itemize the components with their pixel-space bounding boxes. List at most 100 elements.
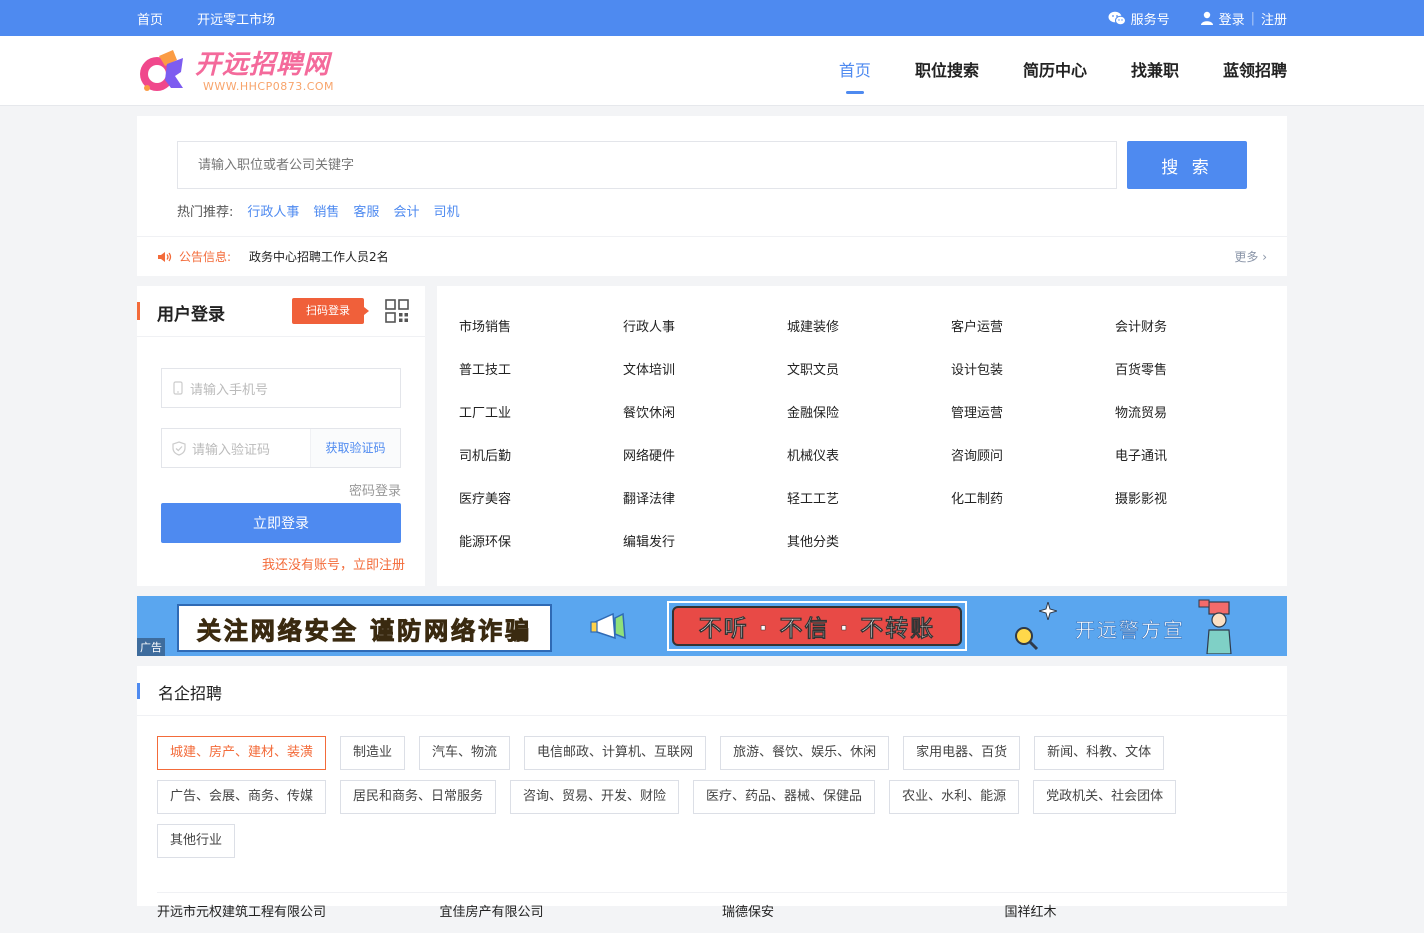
logo-mark-icon [140, 50, 183, 91]
category-item[interactable]: 工厂工业 [459, 399, 623, 442]
hot-label: 热门推荐: [177, 205, 234, 220]
nav-job-search[interactable]: 职位搜索 [915, 36, 979, 106]
register-link[interactable]: 注册 [1261, 9, 1287, 28]
chevron-right-icon: › [1262, 250, 1267, 264]
company-list: 开远市元权建筑工程有限公司 宜佳房产有限公司 瑞德保安 国祥红木 [157, 892, 1287, 920]
phone-field[interactable]: 请输入手机号 [161, 368, 401, 408]
industry-tag[interactable]: 广告、会展、商务、传媒 [157, 780, 327, 814]
industry-tag[interactable]: 家用电器、百货 [903, 736, 1021, 770]
industry-tag[interactable]: 新闻、科教、文体 [1034, 736, 1165, 770]
category-item[interactable]: 咨询顾问 [951, 442, 1115, 485]
category-item[interactable]: 市场销售 [459, 313, 623, 356]
hot-tag[interactable]: 客服 [353, 201, 379, 220]
industry-tag[interactable]: 其他行业 [157, 824, 236, 858]
company-name-link[interactable]: 瑞德保安 [722, 901, 1005, 920]
company-name-link[interactable]: 开远市元权建筑工程有限公司 [157, 901, 440, 920]
login-link[interactable]: 登录 [1219, 9, 1245, 28]
search-button[interactable]: 搜 索 [1127, 141, 1247, 189]
speaker-icon [158, 251, 172, 262]
site-logo[interactable]: 开远招聘网 WWW.HHCP0873.COM [137, 46, 334, 96]
category-item[interactable]: 普工技工 [459, 356, 623, 399]
category-item[interactable]: 化工制药 [951, 485, 1115, 528]
get-code-button[interactable]: 获取验证码 [310, 429, 400, 467]
category-item[interactable]: 轻工工艺 [787, 485, 951, 528]
banner-slogan-box: 关注网络安全 谨防网络诈骗 [177, 604, 552, 652]
job-categories: 市场销售 行政人事 城建装修 客户运营 会计财务普工技工 文体培训 文职文员 设计包装 百货零售… [437, 286, 1287, 586]
notice-more-link[interactable]: 更多 › [1234, 248, 1267, 265]
industry-tag[interactable]: 制造业 [340, 736, 406, 770]
category-item[interactable]: 其他分类 [787, 528, 951, 571]
industry-tag[interactable]: 医疗、药品、器械、保健品 [693, 780, 876, 814]
category-item[interactable]: 文职文员 [787, 356, 951, 399]
industry-tag[interactable]: 咨询、贸易、开发、财险 [510, 780, 680, 814]
industry-tags: 城建、房产、建材、装潢 制造业 汽车、物流 电信邮政、计算机、互联网 旅游、餐饮、娱乐、… [157, 736, 1267, 868]
service-account-label: 服务号 [1130, 12, 1170, 28]
hot-tag[interactable]: 会计 [393, 201, 419, 220]
nav-home[interactable]: 首页 [839, 36, 871, 106]
phone-icon [173, 381, 183, 395]
link-separator: | [1250, 10, 1255, 26]
category-item[interactable]: 摄影影视 [1115, 485, 1279, 528]
industry-tag[interactable]: 农业、水利、能源 [889, 780, 1020, 814]
top-link-gig-market[interactable]: 开远零工市场 [197, 13, 275, 28]
company-name-link[interactable]: 宜佳房产有限公司 [440, 901, 723, 920]
company-name-link[interactable]: 国祥红木 [1005, 901, 1288, 920]
category-item[interactable]: 编辑发行 [623, 528, 787, 571]
category-item[interactable]: 城建装修 [787, 313, 951, 356]
banner-warning-box: 不听 · 不信 · 不转账 [667, 601, 967, 651]
industry-tag[interactable]: 电信邮政、计算机、互联网 [524, 736, 707, 770]
category-item[interactable]: 设计包装 [951, 356, 1115, 399]
industry-tag[interactable]: 汽车、物流 [419, 736, 511, 770]
banner-slogan: 关注网络安全 谨防网络诈骗 [196, 615, 533, 645]
category-item[interactable]: 会计财务 [1115, 313, 1279, 356]
nav-blue-collar[interactable]: 蓝领招聘 [1223, 36, 1287, 106]
category-item[interactable]: 机械仪表 [787, 442, 951, 485]
category-item[interactable]: 物流贸易 [1115, 399, 1279, 442]
search-input[interactable] [177, 141, 1117, 189]
notice-message[interactable]: 政务中心招聘工作人员2名 [249, 248, 389, 265]
code-field[interactable]: 请输入验证码 获取验证码 [161, 428, 401, 468]
nav-part-time[interactable]: 找兼职 [1131, 36, 1179, 106]
phone-placeholder: 请输入手机号 [190, 382, 269, 398]
category-item[interactable]: 金融保险 [787, 399, 951, 442]
category-item[interactable]: 能源环保 [459, 528, 623, 571]
logo-title: 开远招聘网 [195, 49, 331, 80]
scan-login-button[interactable]: 扫码登录 [292, 298, 369, 324]
category-item[interactable]: 网络硬件 [623, 442, 787, 485]
nav-resume-center[interactable]: 简历中心 [1023, 36, 1087, 106]
qr-code-icon[interactable] [385, 299, 409, 323]
top-link-home[interactable]: 首页 [137, 13, 163, 28]
industry-tag[interactable]: 城建、房产、建材、装潢 [157, 736, 327, 770]
industry-tag[interactable]: 党政机关、社会团体 [1033, 780, 1177, 814]
category-item[interactable]: 文体培训 [623, 356, 787, 399]
logo-url: WWW.HHCP0873.COM [203, 79, 335, 93]
notice-bar: 公告信息: 政务中心招聘工作人员2名 更多 › [137, 236, 1287, 276]
category-item[interactable]: 百货零售 [1115, 356, 1279, 399]
category-item[interactable]: 客户运营 [951, 313, 1115, 356]
category-item[interactable]: 管理运营 [951, 399, 1115, 442]
password-login-link[interactable]: 密码登录 [349, 480, 401, 499]
police-figure-icon [1198, 599, 1232, 654]
login-title: 用户登录 [157, 305, 225, 325]
category-item[interactable]: 翻译法律 [623, 485, 787, 528]
user-icon [1200, 11, 1213, 25]
category-item[interactable]: 司机后勤 [459, 442, 623, 485]
register-now-link[interactable]: 我还没有账号，立即注册 [262, 554, 405, 573]
login-submit-button[interactable]: 立即登录 [161, 503, 401, 543]
hot-tag[interactable]: 司机 [433, 201, 459, 220]
service-account-link[interactable]: 服务号 [1108, 9, 1170, 28]
login-panel: 用户登录 扫码登录 请输入手机号 请输入验证码 获取验证码 密码登录 立即登录 … [137, 286, 425, 586]
category-item[interactable]: 电子通讯 [1115, 442, 1279, 485]
category-item[interactable]: 餐饮休闲 [623, 399, 787, 442]
sparkle-icon [1039, 602, 1057, 620]
hot-tag[interactable]: 销售 [313, 201, 339, 220]
hot-tag[interactable]: 行政人事 [247, 201, 299, 220]
category-item[interactable]: 医疗美容 [459, 485, 623, 528]
user-links: 登录 | 注册 [1200, 9, 1287, 28]
industry-tag[interactable]: 居民和商务、日常服务 [340, 780, 497, 814]
top-links: 首页 开远零工市场 [137, 9, 305, 28]
ad-banner[interactable]: 关注网络安全 谨防网络诈骗 不听 · 不信 · 不转账 开远警方宣 广告 [137, 596, 1287, 656]
notice-label: 公告信息: [179, 250, 232, 264]
industry-tag[interactable]: 旅游、餐饮、娱乐、休闲 [720, 736, 890, 770]
category-item[interactable]: 行政人事 [623, 313, 787, 356]
